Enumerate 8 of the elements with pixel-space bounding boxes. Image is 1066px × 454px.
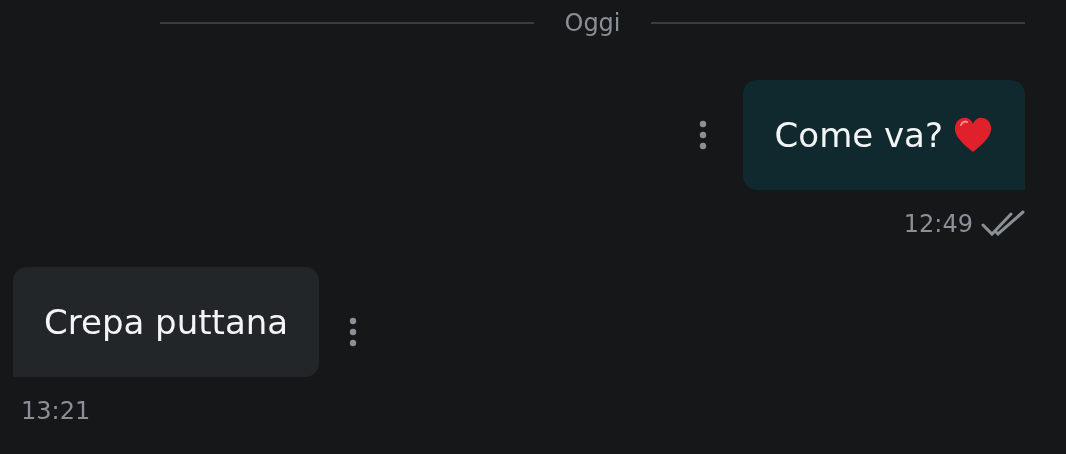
message-text: Crepa puttana bbox=[44, 300, 289, 344]
date-divider: Oggi bbox=[563, 8, 622, 39]
message-text: Come va? bbox=[774, 113, 943, 157]
double-check-icon bbox=[981, 210, 1025, 238]
message-time: 12:49 bbox=[903, 209, 973, 240]
more-options-icon[interactable] bbox=[698, 120, 707, 150]
message-time: 13:21 bbox=[21, 396, 91, 427]
more-options-icon[interactable] bbox=[349, 317, 358, 347]
